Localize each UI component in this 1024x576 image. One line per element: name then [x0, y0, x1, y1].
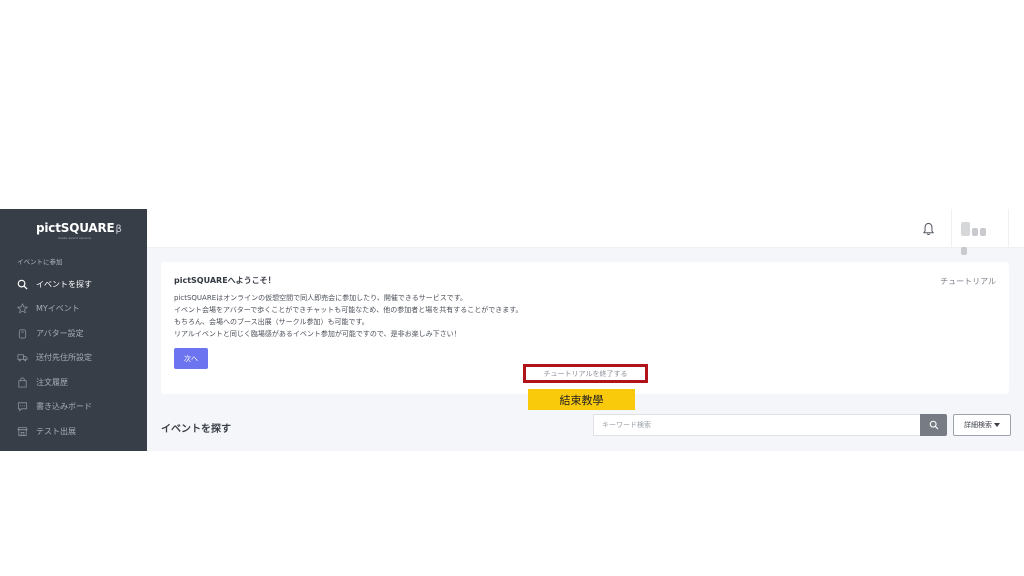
sidebar-item-label: 送付先住所設定: [36, 352, 92, 362]
app-screen: pictSQUAREβ made event service イベントに参加 イ…: [0, 209, 1024, 451]
annotation-label: 結束教學: [528, 389, 635, 410]
find-events-heading: イベントを探す: [161, 424, 231, 435]
tutorial-line: イベント会場をアバターで歩くことができチャットも可能なため、他の参加者と場を共有…: [174, 306, 523, 314]
comment-icon: [17, 401, 28, 412]
sidebar-item-label: イベントを探す: [36, 279, 92, 289]
next-button[interactable]: 次へ: [174, 348, 208, 369]
user-avatar: [961, 221, 995, 255]
sidebar-item-test-exhibit[interactable]: テスト出展: [0, 420, 147, 442]
truck-icon: [17, 353, 28, 361]
tutorial-line: もちろん、会場へのブース出展（サークル参加）も可能です。: [174, 318, 369, 326]
tutorial-body: pictSQUAREはオンラインの仮想空間で同人即売会に参加したり、開催できるサ…: [174, 292, 774, 340]
top-bar: [147, 209, 1024, 255]
app-logo[interactable]: pictSQUAREβ: [36, 221, 122, 235]
bag-icon: [18, 377, 27, 387]
star-icon: [17, 302, 28, 314]
tutorial-title: pictSQUAREへようこそ！: [174, 276, 276, 285]
sidebar-section-label: イベントに参加: [17, 258, 63, 266]
sidebar-item-board[interactable]: 書き込みボード: [0, 395, 147, 417]
tutorial-line: リアルイベントと同じく臨場感があるイベント参加が可能ですので、是非お楽しみ下さい…: [174, 330, 461, 338]
caret-down-icon: [994, 423, 1000, 427]
sidebar-item-find-events[interactable]: イベントを探す: [0, 273, 147, 295]
keyword-search-input[interactable]: [593, 414, 921, 436]
end-tutorial-button[interactable]: チュートリアルを終了する: [523, 364, 648, 383]
sidebar-item-label: 書き込みボード: [36, 401, 92, 411]
bell-icon[interactable]: [922, 222, 935, 236]
sidebar-item-order-history[interactable]: 注文履歴: [0, 371, 147, 393]
shop-icon: [17, 426, 28, 436]
search-icon: [929, 420, 938, 430]
logo-tagline: made event service: [58, 236, 92, 240]
tutorial-card: pictSQUAREへようこそ！ チュートリアル pictSQUAREはオンライ…: [161, 262, 1009, 394]
user-menu[interactable]: [951, 209, 1009, 255]
search-button[interactable]: [920, 414, 947, 436]
sidebar-item-avatar[interactable]: アバター設定: [0, 322, 147, 344]
advanced-search-label: 詳細検索: [964, 421, 992, 429]
advanced-search-button[interactable]: 詳細検索: [953, 414, 1011, 436]
sidebar-item-label: アバター設定: [36, 328, 84, 338]
avatar-icon: [18, 328, 27, 338]
tutorial-label: チュートリアル: [940, 277, 996, 286]
sidebar-item-label: テスト出展: [36, 426, 76, 436]
tutorial-line: pictSQUAREはオンラインの仮想空間で同人即売会に参加したり、開催できるサ…: [174, 294, 468, 302]
sidebar-item-label: MYイベント: [36, 303, 80, 313]
sidebar-item-my-events[interactable]: MYイベント: [0, 297, 147, 319]
sidebar-item-shipping-address[interactable]: 送付先住所設定: [0, 346, 147, 368]
sidebar-item-label: 注文履歴: [36, 377, 68, 387]
sidebar: pictSQUAREβ made event service イベントに参加 イ…: [0, 209, 147, 451]
search-icon: [17, 279, 28, 290]
